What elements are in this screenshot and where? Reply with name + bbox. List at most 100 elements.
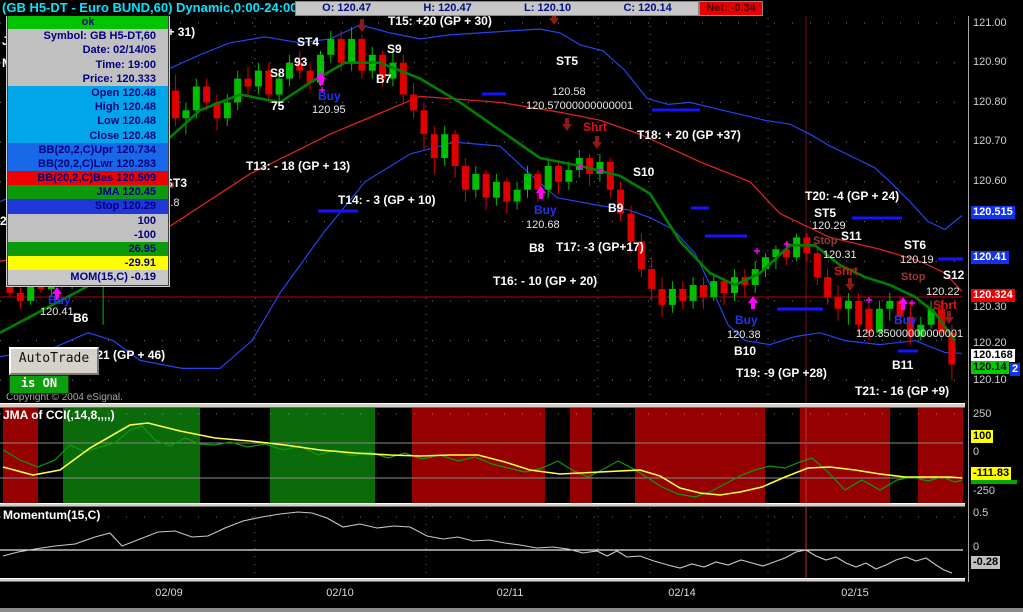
candle-body <box>6 285 14 293</box>
chart-annotation: 93 <box>294 55 308 69</box>
candle-body <box>441 134 449 158</box>
chart-annotation: 120.95 <box>312 104 346 116</box>
axis-label: 120.30 <box>973 301 1007 313</box>
open-value: O: 120.47 <box>322 2 372 14</box>
cci-regime-block <box>635 408 765 503</box>
chart-annotation: T20: -4 (GP + 24) <box>805 189 900 203</box>
chart-annotation: S10 <box>633 165 655 179</box>
sell-arrow-icon <box>592 136 602 149</box>
chart-annotation: Buy <box>534 203 557 217</box>
candle-body <box>16 293 24 301</box>
date-axis-label: 02/11 <box>496 587 524 599</box>
chart-annotation: 120.38 <box>727 329 761 341</box>
axis-label: -111.83 <box>971 467 1012 480</box>
axis-label: 2 <box>1010 363 1021 376</box>
axis-label: 120.90 <box>973 56 1007 68</box>
chart-annotation: T13: - 18 (GP + 13) <box>246 159 351 173</box>
candle-body <box>254 70 262 87</box>
ohlc-readout: O: 120.47 H: 120.47 L: 120.10 C: 120.14 <box>295 1 699 16</box>
chart-annotation: 120.19 <box>900 254 934 266</box>
chart-annotation: B6 <box>73 311 89 325</box>
chart-annotation: S12 <box>943 268 965 282</box>
data-window-row: Date: 02/14/05 <box>8 43 168 58</box>
data-window-row: BB(20,2,C)Bas 120.509 <box>8 171 168 186</box>
signal-plus-marker <box>754 248 760 254</box>
data-window-row: BB(20,2,C)Upr 120.734 <box>8 142 168 157</box>
data-window-row: Close 120.48 <box>8 128 168 143</box>
chart-annotation: ST5 <box>556 54 579 68</box>
chart-annotation: 120.68 <box>526 219 560 231</box>
sell-arrow-icon <box>845 278 855 291</box>
axis-label: 100 <box>971 430 994 443</box>
data-window-row: BB(20,2,C)Lwr 120.283 <box>8 156 168 172</box>
candle-body <box>358 38 366 71</box>
axis-label: 120.60 <box>973 175 1007 187</box>
chart-annotation: T15: +20 (GP + 30) <box>388 14 492 28</box>
candle-body <box>606 161 614 190</box>
candle-body <box>544 165 552 190</box>
candle-body <box>886 300 894 309</box>
chart-title: (GB H5-DT - Euro BUND,60) Dynamic,0:00-2… <box>2 0 298 15</box>
data-window-row: Stop 120.29 <box>8 199 168 214</box>
momentum-panel-title: Momentum(15,C) <box>3 508 101 522</box>
candle-body <box>461 165 469 190</box>
candle-body <box>513 189 521 202</box>
candle-body <box>482 173 490 198</box>
autotrade-button[interactable]: AutoTrade <box>9 347 99 375</box>
candle-body <box>503 181 511 202</box>
momentum-line <box>2 511 953 574</box>
price-axis-border <box>968 16 969 582</box>
chart-annotation: ST5 <box>814 206 837 220</box>
chart-annotation: Stop <box>813 235 838 247</box>
cursor-data-window: ok Symbol: GB H5-DT,60 Date: 02/14/05 Time:… <box>6 13 170 287</box>
chart-annotation: 120.31 <box>823 249 857 261</box>
cci-regime-block <box>63 408 200 503</box>
cci-panel-title: JMA of CCI(,14,8,,,,) <box>3 408 115 422</box>
data-window-row: Price: 120.333 <box>8 71 168 86</box>
axis-label: 120.14 <box>971 361 1009 374</box>
data-window-row: MOM(15,C) -0.19 <box>8 270 168 285</box>
axis-label: 0.5 <box>973 507 989 519</box>
axis-label: 121.00 <box>973 17 1007 29</box>
sell-arrow-icon <box>944 311 954 324</box>
candle-body <box>182 110 190 119</box>
chart-title-bar: (GB H5-DT - Euro BUND,60) Dynamic,0:00-2… <box>0 0 1023 16</box>
sell-arrow-icon <box>357 19 367 32</box>
pane-splitter[interactable] <box>0 403 1023 408</box>
candle-body <box>699 285 707 297</box>
candle-body <box>244 78 252 87</box>
pane-splitter[interactable] <box>0 503 1023 507</box>
chart-annotation: Buy <box>735 313 758 327</box>
date-axis-label: 02/10 <box>326 587 354 599</box>
candle-body <box>472 173 480 190</box>
chart-annotation: Shrt <box>834 264 858 278</box>
candle-body <box>203 86 211 103</box>
pane-splitter[interactable] <box>0 578 1023 582</box>
cci-indicator-panel <box>0 407 963 503</box>
data-window-row: JMA 120.45 <box>8 185 168 200</box>
axis-label: 0 <box>973 541 980 553</box>
chart-annotation: S11 <box>841 229 862 243</box>
candle-body <box>492 181 500 198</box>
data-window-row: ok <box>8 15 168 30</box>
candle-body <box>658 289 666 305</box>
data-window-row: Open 120.48 <box>8 85 168 101</box>
chart-annotation: Buy <box>318 89 341 103</box>
chart-annotation: Stop <box>901 271 926 283</box>
chart-annotation: Shrt <box>583 120 607 134</box>
chart-annotation: 120.58 <box>552 86 586 98</box>
chart-annotation: S8 <box>270 66 285 80</box>
candle-body <box>565 169 573 182</box>
candle-body <box>586 158 594 174</box>
chart-annotation: T19: -9 (GP +28) <box>736 366 827 380</box>
axis-label: -250 <box>973 485 996 497</box>
data-window-row: 100 <box>8 213 168 228</box>
low-value: L: 120.10 <box>524 2 572 14</box>
chart-annotation: T14: - 3 (GP + 10) <box>338 193 436 207</box>
candle-body <box>285 62 293 79</box>
axis-label: 120.70 <box>973 135 1007 147</box>
data-window-row: 26.95 <box>8 242 168 257</box>
chart-annotation: T16: - 10 (GP + 20) <box>493 274 598 288</box>
copyright-text: Copyright © 2004 eSignal. <box>6 392 123 403</box>
candle-body <box>689 285 697 301</box>
